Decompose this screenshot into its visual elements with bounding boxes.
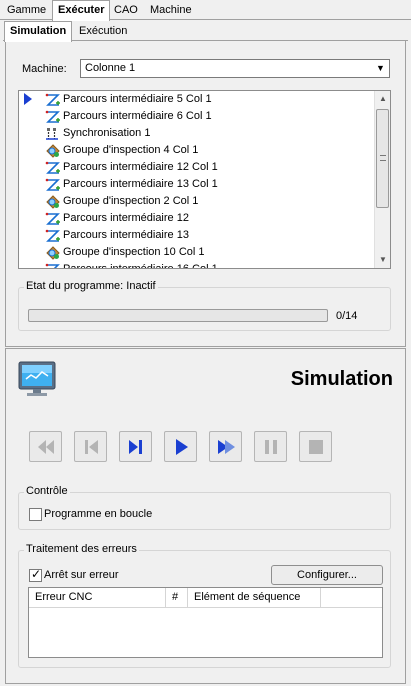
toolpath-icon bbox=[45, 161, 60, 174]
list-item[interactable]: Synchronisation 1 bbox=[19, 125, 375, 142]
column-header-cnc-error[interactable]: Erreur CNC bbox=[29, 588, 166, 608]
loop-checkbox[interactable] bbox=[29, 508, 42, 521]
list-item[interactable]: Groupe d'inspection 2 Col 1 bbox=[19, 193, 375, 210]
list-item-label: Parcours intermédiaire 13 Col 1 bbox=[63, 178, 218, 190]
list-item-label: Parcours intermédiaire 6 Col 1 bbox=[63, 110, 212, 122]
list-item[interactable]: Parcours intermédiaire 5 Col 1 bbox=[19, 91, 375, 108]
step-back-icon bbox=[85, 440, 98, 454]
program-list-scrollbar[interactable]: ▲ ▼ bbox=[374, 91, 390, 268]
list-item[interactable]: Parcours intermédiaire 12 Col 1 bbox=[19, 159, 375, 176]
program-progress-bar bbox=[28, 309, 328, 322]
simulation-title: Simulation bbox=[290, 368, 393, 390]
list-item-label: Parcours intermédiaire 12 Col 1 bbox=[63, 161, 218, 173]
list-item[interactable]: Parcours intermédiaire 6 Col 1 bbox=[19, 108, 375, 125]
column-header-empty bbox=[321, 588, 382, 608]
step-back-button[interactable] bbox=[74, 431, 107, 462]
list-item[interactable]: Parcours intermédiaire 13 bbox=[19, 227, 375, 244]
main-tab-bar: Gamme Exécuter CAO Machine bbox=[0, 0, 411, 21]
inspection-group-icon bbox=[46, 144, 60, 158]
scroll-down-icon[interactable]: ▼ bbox=[375, 252, 390, 268]
program-list[interactable]: Parcours intermédiaire 5 Col 1 Parcours i… bbox=[18, 90, 391, 269]
scroll-thumb[interactable] bbox=[376, 109, 389, 208]
play-step-button[interactable] bbox=[209, 431, 242, 462]
list-item[interactable]: Groupe d'inspection 4 Col 1 bbox=[19, 142, 375, 159]
loop-label: Programme en boucle bbox=[44, 508, 153, 520]
error-handling-group-label: Traitement des erreurs bbox=[24, 543, 139, 555]
machine-select[interactable]: Colonne 1 ▼ bbox=[80, 59, 390, 78]
tab-cao[interactable]: CAO bbox=[109, 2, 143, 20]
toolpath-icon bbox=[45, 212, 60, 225]
play-button[interactable] bbox=[164, 431, 197, 462]
rewind-button[interactable] bbox=[29, 431, 62, 462]
monitor-icon bbox=[18, 361, 56, 396]
toolpath-icon bbox=[45, 93, 60, 106]
pause-icon bbox=[265, 440, 277, 454]
program-state-label: Etat du programme: Inactif bbox=[24, 280, 158, 292]
stop-button[interactable] bbox=[299, 431, 332, 462]
play-icon bbox=[176, 439, 188, 455]
list-item[interactable]: Parcours intermédiaire 13 Col 1 bbox=[19, 176, 375, 193]
tab-machine[interactable]: Machine bbox=[145, 2, 197, 20]
column-header-number[interactable]: # bbox=[166, 588, 188, 608]
tab-simulation[interactable]: Simulation bbox=[4, 21, 73, 42]
list-item-label: Parcours intermédiaire 16 Col 1 bbox=[63, 263, 218, 269]
stop-icon bbox=[309, 440, 323, 454]
scroll-up-icon[interactable]: ▲ bbox=[375, 91, 390, 107]
toolpath-icon bbox=[45, 178, 60, 191]
sync-icon bbox=[46, 128, 58, 140]
toolpath-icon bbox=[45, 229, 60, 242]
pause-button[interactable] bbox=[254, 431, 287, 462]
list-item[interactable]: Parcours intermédiaire 12 bbox=[19, 210, 375, 227]
list-item[interactable]: Parcours intermédiaire 16 Col 1 bbox=[19, 261, 375, 269]
list-item-label: Groupe d'inspection 4 Col 1 bbox=[63, 144, 199, 156]
chevron-down-icon[interactable]: ▼ bbox=[372, 60, 389, 77]
column-header-sequence-element[interactable]: Elément de séquence bbox=[188, 588, 321, 608]
controle-group-label: Contrôle bbox=[24, 485, 70, 497]
program-progress-text: 0/14 bbox=[336, 310, 358, 322]
program-list-items: Parcours intermédiaire 5 Col 1 Parcours i… bbox=[19, 91, 375, 269]
sub-tab-bar: Simulation Exécution bbox=[3, 21, 408, 42]
list-item-label: Groupe d'inspection 10 Col 1 bbox=[63, 246, 205, 258]
machine-select-value: Colonne 1 bbox=[85, 62, 136, 74]
tab-execution[interactable]: Exécution bbox=[74, 23, 132, 41]
list-item-label: Synchronisation 1 bbox=[63, 127, 151, 139]
toolpath-icon bbox=[45, 263, 60, 268]
inspection-group-icon bbox=[46, 246, 60, 260]
step-forward-icon bbox=[129, 440, 142, 454]
configure-button[interactable]: Configurer... bbox=[271, 565, 383, 585]
inspection-group-icon bbox=[46, 195, 60, 209]
tab-executer[interactable]: Exécuter bbox=[52, 0, 111, 21]
stop-on-error-checkbox[interactable]: ✓ bbox=[29, 567, 42, 582]
step-forward-button[interactable] bbox=[119, 431, 152, 462]
list-item-label: Parcours intermédiaire 13 bbox=[63, 229, 189, 241]
checkmark-icon: ✓ bbox=[31, 567, 42, 581]
list-item[interactable]: Groupe d'inspection 10 Col 1 bbox=[19, 244, 375, 261]
list-item-label: Groupe d'inspection 2 Col 1 bbox=[63, 195, 199, 207]
list-item-label: Parcours intermédiaire 5 Col 1 bbox=[63, 93, 212, 105]
list-item-label: Parcours intermédiaire 12 bbox=[63, 212, 189, 224]
tab-gamme[interactable]: Gamme bbox=[2, 2, 51, 20]
toolpath-icon bbox=[45, 110, 60, 123]
stop-on-error-label: Arrêt sur erreur bbox=[44, 569, 119, 581]
rewind-icon bbox=[38, 440, 54, 454]
error-table[interactable]: Erreur CNC # Elément de séquence bbox=[28, 587, 383, 658]
play-step-icon bbox=[218, 440, 235, 454]
machine-label: Machine: bbox=[22, 63, 67, 75]
